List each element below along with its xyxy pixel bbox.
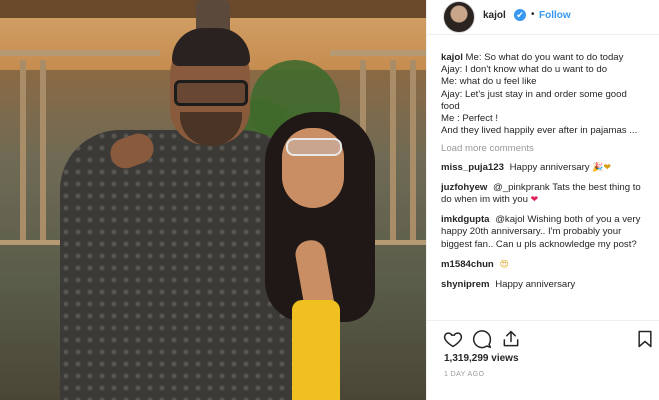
comment-item: miss_puja123 Happy anniversary 🎉❤ [441, 162, 648, 174]
caption-line: Ajay: Let's just stay in and order some … [441, 88, 627, 112]
follow-button[interactable]: Follow [539, 10, 571, 21]
post-sidebar: kajol ✔ • Follow kajol Me: So what do yo… [426, 0, 659, 400]
post-username[interactable]: kajol [483, 10, 506, 21]
heart-emoji-icon: ❤ [530, 195, 539, 206]
comment-item: juzfohyew @_pinkprank Tats the best thin… [441, 182, 648, 206]
header-separator: • [531, 9, 535, 20]
comment-username[interactable]: m1584chun [441, 259, 494, 270]
comment-username[interactable]: miss_puja123 [441, 162, 504, 173]
photo-woman-dress [292, 300, 340, 400]
photo-fence-post [20, 60, 26, 240]
comment-username[interactable]: imkdgupta [441, 214, 490, 225]
photo-fence-post [410, 60, 416, 240]
comment-text: Happy anniversary [495, 279, 576, 291]
photo-rail [330, 50, 426, 56]
caption: kajol Me: So what do you want to do toda… [441, 52, 648, 137]
load-more-comments-link[interactable]: Load more comments [441, 143, 648, 155]
photo-rail [0, 50, 160, 56]
post-timestamp[interactable]: 1 DAY AGO [444, 371, 484, 378]
bookmark-icon[interactable] [635, 329, 655, 349]
comment-icon[interactable] [472, 329, 492, 349]
post-header: kajol ✔ • Follow [427, 0, 659, 35]
heart-eyes-emoji-icon: 😍 [499, 259, 509, 270]
comment-item: m1584chun 😍 [441, 259, 648, 271]
caption-line: And they lived happily ever after in paj… [441, 125, 638, 137]
photo-fence-post [40, 60, 46, 240]
view-count[interactable]: 1,319,299 views [444, 353, 519, 364]
photo-woman-sunglasses [286, 138, 342, 156]
post-photo[interactable] [0, 0, 426, 400]
avatar[interactable] [443, 1, 475, 33]
comment-item: shyniprem Happy anniversary [441, 279, 648, 291]
heart-icon[interactable] [443, 329, 463, 349]
caption-line: Ajay: I don't know what do u want to do [441, 64, 608, 76]
party-heart-emoji-icon: 🎉❤ [592, 162, 612, 173]
photo-man-glasses [174, 80, 248, 106]
caption-line: Me : Perfect ! [441, 113, 499, 125]
caption-username[interactable]: kajol [441, 52, 463, 63]
photo-fence-post [390, 60, 396, 240]
caption-line: Me: what do u feel like [441, 76, 537, 88]
caption-line: Me: So what do you want to do today [465, 52, 624, 63]
comments-list[interactable]: kajol Me: So what do you want to do toda… [441, 52, 648, 320]
comment-username[interactable]: shyniprem [441, 279, 490, 290]
comment-text: Happy anniversary [509, 161, 590, 173]
post-actions: 1,319,299 views 1 DAY AGO [427, 320, 659, 400]
comment-item: imkdgupta @kajol Wishing both of you a v… [441, 214, 648, 251]
share-icon[interactable] [501, 329, 521, 349]
verified-badge-icon: ✔ [514, 9, 526, 21]
comment-username[interactable]: juzfohyew [441, 182, 487, 193]
